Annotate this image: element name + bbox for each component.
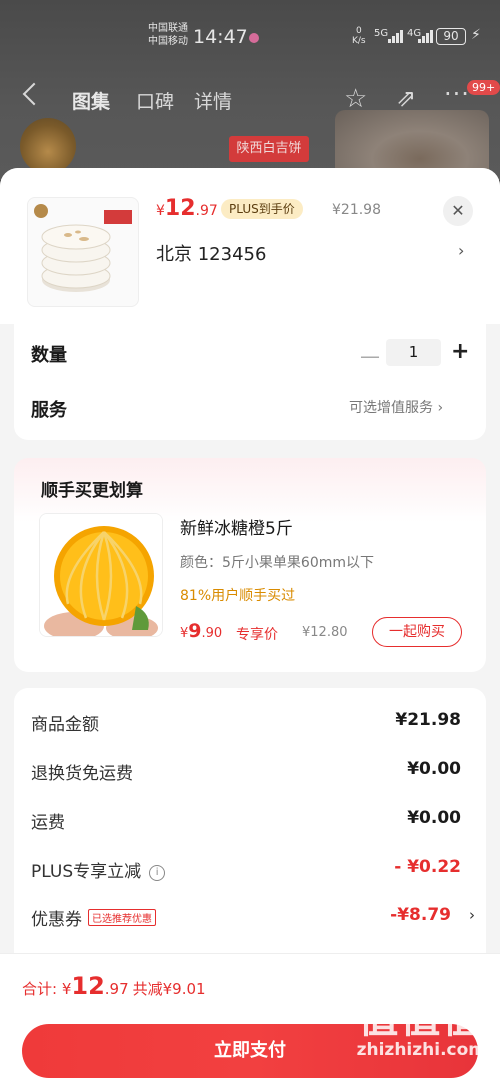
status-bar: 中国联通 中国移动 14:47 0 K/s 5G 4G 90 ⚡ xyxy=(0,20,500,56)
quantity-label: 数量 xyxy=(31,345,67,366)
summary-label: 优惠券 xyxy=(31,910,82,930)
summary-label: PLUS专享立减 xyxy=(31,862,142,882)
recommendation-title: 顺手买更划算 xyxy=(41,481,143,501)
summary-row: 运费 ¥0.00 xyxy=(31,808,469,838)
more-icon[interactable]: ··· xyxy=(444,80,470,108)
coupon-row[interactable]: 优惠券 已选推荐优惠 -¥8.79 › xyxy=(31,905,475,935)
recommended-product-image[interactable] xyxy=(39,513,163,637)
price-currency: ¥ xyxy=(156,203,165,219)
recommended-price-integer: 9 xyxy=(188,620,202,642)
clock: 14:47 xyxy=(193,26,248,48)
background-product-page: 中国联通 中国移动 14:47 0 K/s 5G 4G 90 ⚡ 图集 口碑 详… xyxy=(0,0,500,180)
price-decimal: .97 xyxy=(195,203,218,219)
summary-row: PLUS专享立减 i - ¥0.22 xyxy=(31,857,469,887)
summary-label: 退换货免运费 xyxy=(31,764,133,784)
delivery-address[interactable]: 北京 123456 xyxy=(156,240,266,266)
quantity-input[interactable]: 1 xyxy=(386,339,441,366)
watermark-logo: 值值值 xyxy=(358,996,485,1042)
notification-dot-icon xyxy=(249,33,259,43)
back-icon[interactable] xyxy=(22,82,46,106)
plus-price-badge: PLUS到手价 xyxy=(221,199,303,219)
carrier-2: 中国移动 xyxy=(148,36,188,47)
coupon-tag: 已选推荐优惠 xyxy=(88,909,156,926)
product-thumbnail xyxy=(27,197,139,307)
watermark: 值值值 zhizhizhi.com xyxy=(357,998,486,1060)
message-count-badge: 99+ xyxy=(467,80,500,95)
recommended-original-price: ¥12.80 xyxy=(302,625,348,640)
signal-5g-label: 5G xyxy=(374,28,389,39)
product-tag-chip: 陕西白吉饼 xyxy=(229,136,309,162)
decrease-quantity-button[interactable]: — xyxy=(360,344,380,368)
chevron-right-icon: › xyxy=(437,400,444,416)
chevron-right-icon: › xyxy=(469,906,475,924)
quantity-service-card: 数量 — 1 + 服务 可选增值服务 › xyxy=(14,324,486,440)
purchase-sheet: ¥12.97 PLUS到手价 ¥21.98 ✕ 北京 123456 › 数量 —… xyxy=(0,168,500,1083)
tab-reviews[interactable]: 口碑 xyxy=(136,87,174,114)
total-label: 合计: xyxy=(22,980,62,998)
charging-icon: ⚡ xyxy=(471,27,481,43)
total-integer: 12 xyxy=(71,972,105,1000)
flatbread-stack-image xyxy=(34,204,132,292)
total-currency: ¥ xyxy=(61,980,72,998)
summary-row: 商品金额 ¥21.98 xyxy=(31,710,469,740)
order-total: 合计: ¥12.97 共减¥9.01 xyxy=(22,972,206,1000)
sheet-price: ¥12.97 xyxy=(156,196,218,221)
original-price: ¥21.98 xyxy=(332,202,381,218)
network-speed-unit: K/s xyxy=(352,36,366,46)
watermark-site: zhizhizhi.com xyxy=(356,1040,486,1060)
network-speed: 0 K/s xyxy=(352,26,366,46)
increase-quantity-button[interactable]: + xyxy=(451,339,469,364)
total-saved: 共减¥9.01 xyxy=(132,980,206,998)
summary-label: 商品金额 xyxy=(31,715,99,735)
share-icon[interactable]: ⇗ xyxy=(396,84,416,112)
exclusive-price-label: 专享价 xyxy=(236,627,278,643)
service-option-text: 可选增值服务 xyxy=(349,400,433,416)
summary-value: ¥21.98 xyxy=(395,710,461,730)
summary-value: ¥0.00 xyxy=(407,808,461,828)
checkout-bar: 合计: ¥12.97 共减¥9.01 立即支付 值值值 zhizhizhi.com xyxy=(0,953,500,1083)
recommendation-card: 顺手买更划算 新鲜冰糖橙5斤 颜色：5斤小果单果60mm以下 81%用户顺手买过… xyxy=(14,458,486,672)
info-icon[interactable]: i xyxy=(149,865,166,881)
battery-icon: 90 xyxy=(436,28,466,45)
orange-image xyxy=(40,514,162,636)
buy-together-button[interactable]: 一起购买 xyxy=(372,617,462,647)
summary-value: ¥0.00 xyxy=(407,759,461,779)
chevron-right-icon[interactable]: › xyxy=(458,241,464,260)
sheet-header: ¥12.97 PLUS到手价 ¥21.98 ✕ 北京 123456 › xyxy=(0,168,500,324)
shop-logo xyxy=(20,118,76,174)
service-option[interactable]: 可选增值服务 › xyxy=(349,397,443,417)
summary-label: 运费 xyxy=(31,813,65,833)
signal-bars-icon xyxy=(388,30,404,43)
summary-row: 退换货免运费 ¥0.00 xyxy=(31,759,469,789)
summary-value: - ¥0.22 xyxy=(394,857,461,877)
summary-value: -¥8.79 xyxy=(390,905,451,925)
carrier-labels: 中国联通 中国移动 xyxy=(148,22,188,48)
recommended-product-name[interactable]: 新鲜冰糖橙5斤 xyxy=(180,514,293,539)
close-button[interactable]: ✕ xyxy=(443,196,473,226)
service-label: 服务 xyxy=(31,400,67,421)
recommended-price-decimal: .90 xyxy=(201,626,223,641)
recommended-price: ¥9.90 xyxy=(180,620,222,642)
recommended-buyers-rate: 81%用户顺手买过 xyxy=(180,588,296,604)
carrier-1: 中国联通 xyxy=(148,23,188,34)
network-speed-value: 0 xyxy=(355,26,362,36)
price-integer: 12 xyxy=(164,196,196,221)
tab-details[interactable]: 详情 xyxy=(194,87,232,114)
recommended-product-spec: 颜色：5斤小果单果60mm以下 xyxy=(180,555,374,571)
signal-bars-icon xyxy=(418,30,434,43)
tab-gallery[interactable]: 图集 xyxy=(72,87,110,114)
total-decimal: .97 xyxy=(104,980,129,998)
